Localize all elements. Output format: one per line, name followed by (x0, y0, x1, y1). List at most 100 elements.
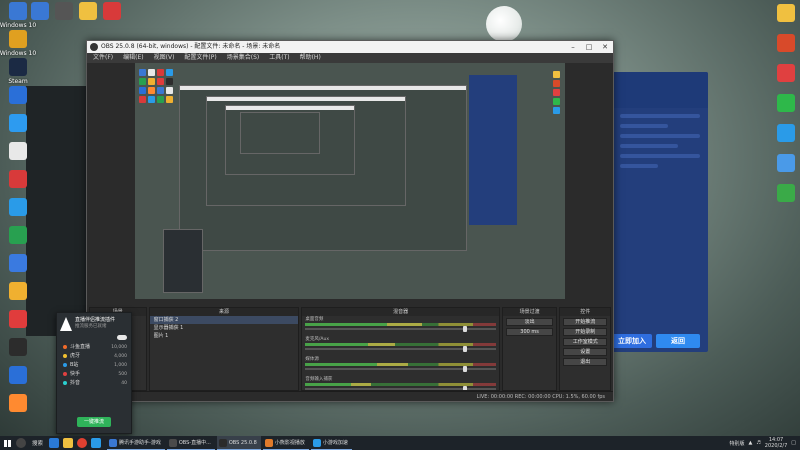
desktop-icon[interactable] (0, 254, 40, 274)
taskbar-task[interactable]: OBS 25.0.8 (216, 436, 261, 450)
taskbar-task[interactable]: 腾讯手游助手-游戏 (107, 436, 165, 450)
taskbar-clock[interactable]: 14:07 2020/2/7 (765, 437, 787, 449)
volume-slider[interactable] (305, 366, 496, 372)
transition-duration[interactable]: 300 ms (505, 328, 554, 336)
desktop-icon[interactable] (0, 338, 40, 358)
app-icon (777, 154, 795, 172)
volume-slider[interactable] (305, 326, 496, 332)
taskbar-task[interactable]: 小游戏加速 (310, 436, 352, 450)
cortana-icon[interactable] (16, 438, 26, 448)
desktop-icon[interactable]: Windows 10 (0, 30, 40, 57)
file-explorer-icon[interactable] (63, 438, 74, 448)
task-label: 小游戏加速 (322, 440, 348, 446)
desktop-icon[interactable] (0, 310, 40, 330)
desktop-icon[interactable]: Steam (0, 58, 40, 85)
desktop-icon[interactable] (764, 184, 800, 204)
obs-menu-item[interactable]: 工具(T) (269, 53, 289, 63)
volume-slider-knob[interactable] (463, 346, 468, 352)
source-item[interactable]: 显示器捕获 1 (150, 324, 299, 332)
obs-menu-item[interactable]: 视图(V) (154, 53, 175, 63)
obs-menu-item[interactable]: 文件(F) (93, 53, 113, 63)
desktop-icon[interactable] (764, 124, 800, 144)
platform-item[interactable]: 快手 500 (57, 370, 131, 379)
obs-menu-item[interactable]: 场景集合(S) (227, 53, 260, 63)
app-icon (777, 124, 795, 142)
minimize-icon[interactable]: – (565, 41, 581, 53)
close-icon[interactable]: ✕ (597, 41, 613, 53)
desktop-icon[interactable] (764, 94, 800, 114)
volume-slider-knob[interactable] (463, 326, 468, 332)
control-button[interactable]: 开始录制 (563, 328, 607, 336)
task-app-icon (109, 439, 118, 447)
desktop-icon[interactable] (0, 282, 40, 302)
edge-icon[interactable] (49, 438, 60, 448)
desktop-icon[interactable] (764, 34, 800, 54)
volume-icon[interactable]: ♬ (756, 440, 760, 446)
desktop-icon[interactable] (90, 2, 134, 22)
control-button[interactable]: 设置 (563, 348, 607, 356)
qq-icon[interactable] (91, 438, 102, 448)
obs-menu-item[interactable]: 编辑(E) (123, 53, 143, 63)
desktop-icon[interactable] (0, 142, 40, 162)
platform-label: B站 (70, 362, 79, 368)
volume-slider-knob[interactable] (463, 366, 468, 372)
desktop-icon[interactable] (0, 394, 40, 414)
one-click-stream-button[interactable]: 一键推流 (77, 417, 111, 427)
platform-item[interactable]: 抖音 40 (57, 379, 131, 388)
mixer-channel: 桌面音频 (302, 316, 498, 336)
taskbar-task[interactable]: OBS-直播中... (166, 436, 215, 450)
task-app-icon (264, 439, 273, 447)
source-item[interactable]: 图片 1 (150, 332, 299, 340)
desktop-icon[interactable] (0, 86, 40, 106)
volume-meter-fill (305, 383, 372, 386)
desktop-icon[interactable] (0, 226, 40, 246)
obs-window[interactable]: OBS 25.0.8 (64-bit, windows) - 配置文件: 未命名… (86, 40, 614, 402)
obs-menu-item[interactable]: 配置文件(P) (184, 53, 216, 63)
start-button[interactable] (0, 436, 14, 450)
volume-slider[interactable] (305, 346, 496, 352)
maximize-icon[interactable]: □ (581, 41, 597, 53)
platform-item[interactable]: 斗鱼直播 10,000 (57, 343, 131, 352)
obs-preview[interactable] (135, 63, 565, 299)
return-button[interactable]: 返回 (656, 334, 700, 348)
platform-label: 快手 (70, 371, 81, 377)
join-button[interactable]: 立即加入 (612, 334, 652, 348)
desktop-icon[interactable] (764, 64, 800, 84)
control-button[interactable]: 工作室模式 (563, 338, 607, 346)
taskbar-search[interactable]: 搜索 (28, 439, 47, 447)
right-app-line (620, 164, 659, 168)
desktop-icon[interactable] (764, 154, 800, 174)
volume-slider[interactable] (305, 386, 496, 390)
obs-window-title: OBS 25.0.8 (64-bit, windows) - 配置文件: 未命名… (101, 43, 281, 50)
obs-statusbar: LIVE: 00:00:00 REC: 00:00:00 CPU: 1.5%, … (87, 391, 613, 401)
desktop-icon[interactable] (0, 170, 40, 190)
task-label: OBS 25.0.8 (228, 440, 257, 446)
desktop-icon[interactable] (764, 4, 800, 24)
taskbar-task[interactable]: 小熊影视播放 (262, 436, 309, 450)
platform-item[interactable]: 虎牙 4,000 (57, 352, 131, 361)
desktop-icon[interactable] (0, 114, 40, 134)
transition-select[interactable]: 淡出 (505, 318, 554, 326)
chrome-icon[interactable] (77, 438, 88, 448)
transitions-dock: 场景过渡 淡出 300 ms (501, 307, 558, 391)
task-label: OBS-直播中... (178, 440, 211, 446)
obs-menubar: 文件(F) 编辑(E) 视图(V) 配置文件(P) 场景集合(S) 工具(T) 帮助(H) (87, 53, 613, 63)
control-button[interactable]: 开始推流 (563, 318, 607, 326)
task-app-icon (218, 439, 227, 447)
desktop-icon[interactable] (0, 198, 40, 218)
source-item[interactable]: 窗口捕获 2 (149, 316, 299, 324)
network-icon[interactable]: ▲ (748, 440, 752, 446)
obs-logo-icon (90, 43, 98, 51)
platform-value: 40 (121, 381, 127, 386)
stream-plugin-popup[interactable]: 直播伴侣推流插件 推流服务已就绪 斗鱼直播 10,000 虎牙 4,000 B站 1,00… (56, 312, 132, 434)
notification-icon[interactable]: □ (791, 440, 796, 446)
obs-menu-item[interactable]: 帮助(H) (300, 53, 321, 63)
nested-popup (163, 229, 203, 293)
control-button[interactable]: 退出 (563, 358, 607, 366)
desktop-icon[interactable] (0, 366, 40, 386)
obs-titlebar[interactable]: OBS 25.0.8 (64-bit, windows) - 配置文件: 未命名… (87, 41, 613, 53)
plugin-logo-icon (60, 317, 72, 331)
mixer-dock: 混音器 桌面音频 麦克风/Aux 媒体源 音频输入捕获 (301, 307, 500, 391)
popup-toggle[interactable] (117, 335, 127, 340)
platform-item[interactable]: B站 1,000 (57, 361, 131, 370)
